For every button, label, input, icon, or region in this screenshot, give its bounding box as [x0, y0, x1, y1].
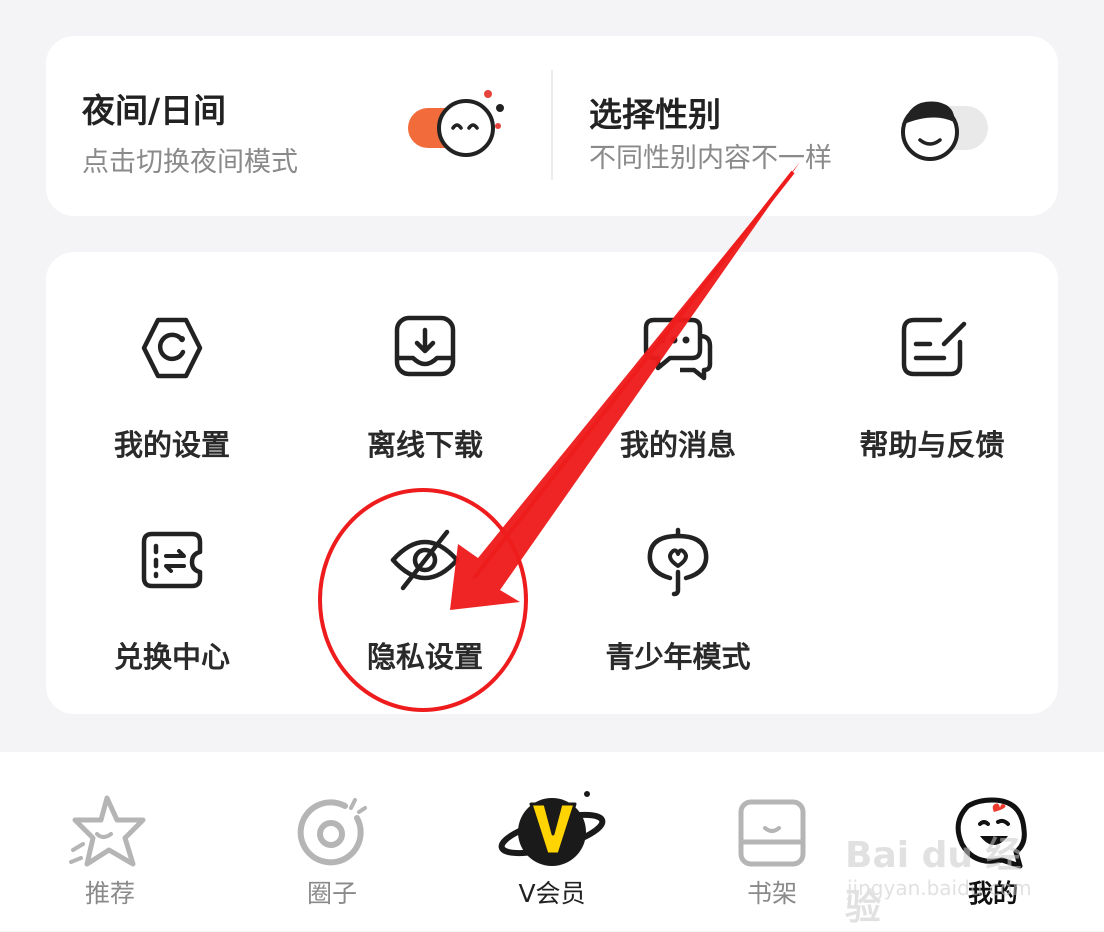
tab-vip[interactable]: V会员	[482, 782, 622, 932]
exchange-ticket-icon	[141, 531, 203, 589]
feature-grid-card: 我的设置 离线下载 我的消息 帮助与反馈 兑换中心 隐私设置 青少年模式	[46, 252, 1058, 714]
tab-label: 书架	[746, 879, 797, 908]
tab-recommend[interactable]: 推荐	[40, 782, 180, 932]
circle-icon	[297, 798, 367, 866]
feedback-icon	[901, 317, 967, 377]
grid-item-my-settings[interactable]: 我的设置	[52, 310, 292, 490]
baidu-jingyan-watermark: Bai du 经验 jingyan.baidu.com	[845, 826, 1045, 928]
night-day-subtitle: 点击切换夜间模式	[82, 147, 298, 178]
grid-item-offline-download[interactable]: 离线下载	[305, 310, 545, 490]
grid-item-label: 帮助与反馈	[859, 428, 1005, 462]
quick-toggles-card: 夜间/日间 点击切换夜间模式 选择性别 不同性别内容不一样	[46, 36, 1058, 216]
tab-label: 推荐	[84, 879, 135, 908]
night-day-title: 夜间/日间	[82, 91, 227, 130]
grid-item-privacy-settings[interactable]: 隐私设置	[305, 522, 545, 702]
watermark-url: jingyan.baidu.com	[847, 876, 1032, 900]
privacy-eye-off-icon	[390, 529, 460, 591]
night-mode-switch-icon[interactable]	[406, 86, 506, 166]
grid-item-label: 隐私设置	[366, 640, 483, 674]
grid-item-my-messages[interactable]: 我的消息	[558, 310, 798, 490]
bookshelf-icon	[738, 799, 806, 867]
grid-item-exchange-center[interactable]: 兑换中心	[52, 522, 292, 702]
youth-mode-icon	[647, 527, 709, 597]
messages-icon	[643, 317, 713, 381]
tab-circle[interactable]: 圈子	[262, 782, 402, 932]
grid-item-youth-mode[interactable]: 青少年模式	[558, 522, 798, 702]
grid-item-label: 我的设置	[113, 428, 230, 462]
grid-item-label: 我的消息	[619, 428, 736, 462]
settings-icon	[141, 317, 203, 379]
gender-subtitle: 不同性别内容不一样	[589, 143, 832, 174]
grid-item-help-feedback[interactable]: 帮助与反馈	[812, 310, 1052, 490]
star-icon	[69, 795, 146, 867]
gender-switch-icon[interactable]	[894, 94, 994, 164]
grid-item-label: 青少年模式	[605, 640, 751, 674]
toggle-divider	[551, 70, 553, 180]
tab-label: V会员	[518, 879, 586, 908]
download-icon	[394, 315, 456, 377]
grid-item-label: 离线下载	[366, 428, 483, 462]
tab-label: 圈子	[306, 879, 357, 908]
tab-bookshelf[interactable]: 书架	[702, 782, 842, 932]
vip-planet-icon	[498, 791, 606, 866]
grid-item-label: 兑换中心	[113, 640, 230, 674]
gender-title: 选择性别	[589, 95, 721, 134]
